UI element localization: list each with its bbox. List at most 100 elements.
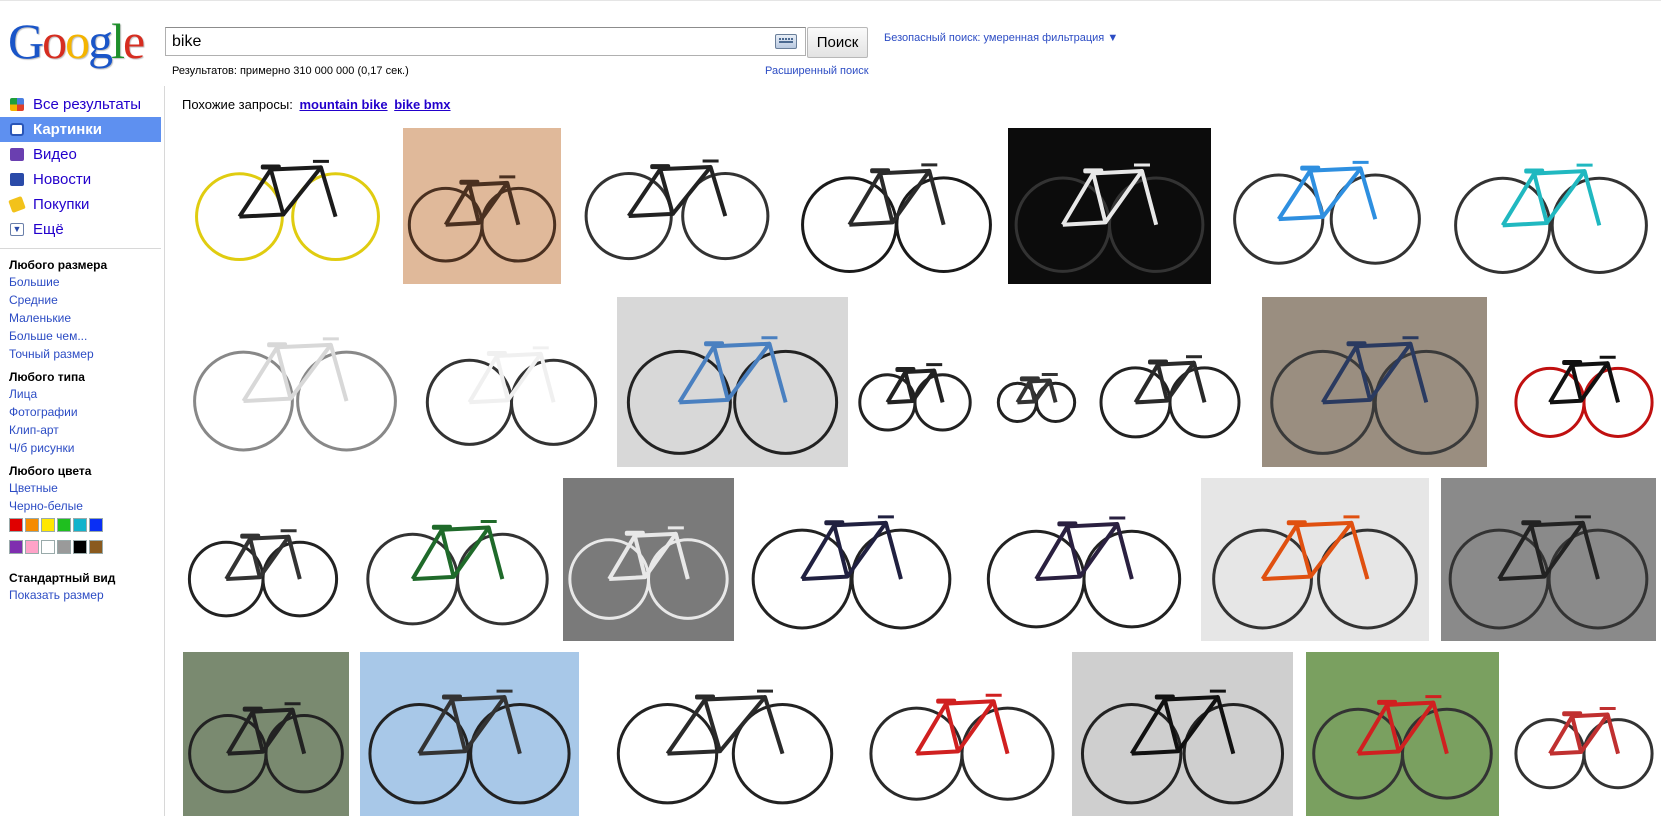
image-thumbnail[interactable] xyxy=(1072,652,1293,816)
image-thumbnail[interactable] xyxy=(600,652,850,816)
color-swatch[interactable] xyxy=(41,540,55,554)
image-thumbnail[interactable] xyxy=(183,478,343,641)
filter-type-lineart[interactable]: Ч/б рисунки xyxy=(0,439,161,457)
nav-item-images[interactable]: Картинки xyxy=(0,117,161,142)
bike-saddle xyxy=(459,179,480,185)
image-thumbnail[interactable] xyxy=(572,128,782,270)
bike-frame xyxy=(1497,523,1547,582)
filter-size-medium[interactable]: Средние xyxy=(0,291,161,309)
bike-frame xyxy=(607,533,648,582)
logo-letter: g xyxy=(88,13,113,69)
filter-size-heading[interactable]: Любого размера xyxy=(0,257,161,273)
image-thumbnail[interactable] xyxy=(794,128,999,284)
image-thumbnail[interactable] xyxy=(980,478,1188,641)
image-thumbnail[interactable] xyxy=(360,652,579,816)
bike-frame xyxy=(677,344,730,405)
image-thumbnail[interactable] xyxy=(855,297,975,467)
color-swatch[interactable] xyxy=(9,518,23,532)
filter-type-clipart[interactable]: Клип-арт xyxy=(0,421,161,439)
bicycle-image xyxy=(584,159,770,261)
safe-search-link[interactable]: Безопасный поиск: умеренная фильтрация ▼ xyxy=(884,32,1118,44)
image-thumbnail[interactable] xyxy=(1262,297,1487,467)
nav-item-video[interactable]: Видео xyxy=(0,142,161,167)
related-searches: Похожие запросы: mountain bike bike bmx xyxy=(182,97,451,112)
color-swatch[interactable] xyxy=(41,518,55,532)
image-thumbnail[interactable] xyxy=(420,300,603,465)
image-thumbnail[interactable] xyxy=(1222,128,1432,275)
bike-saddle xyxy=(1286,520,1307,526)
image-thumbnail[interactable] xyxy=(1306,652,1499,816)
bike-saddle xyxy=(267,342,288,348)
image-thumbnail[interactable] xyxy=(1008,128,1211,284)
bike-frame xyxy=(1129,697,1181,756)
bike-saddle xyxy=(650,164,671,170)
bicycle-image xyxy=(368,689,571,805)
color-swatch[interactable] xyxy=(89,518,103,532)
filter-view-heading[interactable]: Стандартный вид xyxy=(0,570,161,586)
nav-label: Новости xyxy=(33,171,92,188)
image-thumbnail[interactable] xyxy=(1095,297,1245,467)
bike-saddle xyxy=(824,520,845,526)
bicycle-image xyxy=(751,515,952,630)
filter-size-larger-than[interactable]: Больше чем... xyxy=(0,327,161,345)
advanced-search-link[interactable]: Расширенный поиск xyxy=(765,65,869,77)
filter-show-size[interactable]: Показать размер xyxy=(0,586,161,604)
filter-color-heading[interactable]: Любого цвета xyxy=(0,463,161,479)
nav-label: Покупки xyxy=(33,196,90,213)
image-thumbnail[interactable] xyxy=(1201,478,1429,641)
filter-color-full[interactable]: Цветные xyxy=(0,479,161,497)
bicycle-image xyxy=(1312,695,1493,800)
color-swatch[interactable] xyxy=(73,518,87,532)
bike-frame xyxy=(847,171,895,227)
filter-size-large[interactable]: Большие xyxy=(0,273,161,291)
image-thumbnail[interactable] xyxy=(744,478,959,641)
color-swatch[interactable] xyxy=(9,540,23,554)
results-stats: Результатов: примерно 310 000 000 (0,17 … xyxy=(172,65,409,77)
image-thumbnail[interactable] xyxy=(1446,128,1656,285)
filter-type-photos[interactable]: Фотографии xyxy=(0,403,161,421)
image-thumbnail[interactable] xyxy=(1510,652,1658,816)
bicycle-image xyxy=(1233,160,1421,265)
image-thumbnail[interactable] xyxy=(1510,297,1658,467)
image-thumbnail[interactable] xyxy=(183,300,407,463)
color-swatch[interactable] xyxy=(25,540,39,554)
color-swatch[interactable] xyxy=(57,540,71,554)
top-border xyxy=(0,0,1661,1)
image-thumbnail[interactable] xyxy=(1441,478,1656,641)
related-link-mountain-bike[interactable]: mountain bike xyxy=(299,97,387,112)
filter-type-faces[interactable]: Лица xyxy=(0,385,161,403)
bike-frame xyxy=(1277,168,1325,222)
nav-item-more[interactable]: ▼ Ещё xyxy=(0,217,161,242)
image-thumbnail[interactable] xyxy=(360,478,555,641)
color-swatch[interactable] xyxy=(57,518,71,532)
image-thumbnail[interactable] xyxy=(563,478,734,641)
google-logo[interactable]: Google xyxy=(8,13,145,69)
filter-size-small[interactable]: Маленькие xyxy=(0,309,161,327)
filter-color-bw[interactable]: Черно-белые xyxy=(0,497,161,515)
image-thumbnail[interactable] xyxy=(403,128,561,284)
bike-saddle xyxy=(242,706,263,712)
bicycle-image xyxy=(801,163,992,274)
color-swatch[interactable] xyxy=(73,540,87,554)
image-thumbnail[interactable] xyxy=(995,297,1078,467)
nav-item-shopping[interactable]: Покупки xyxy=(0,192,161,217)
bicycle-image xyxy=(1454,163,1648,274)
bicycle-image xyxy=(869,693,1055,801)
image-thumbnail[interactable] xyxy=(183,128,392,271)
nav-item-news[interactable]: Новости xyxy=(0,167,161,192)
keyboard-icon[interactable] xyxy=(775,34,797,49)
image-thumbnail[interactable] xyxy=(183,652,349,816)
nav-item-all-results[interactable]: Все результаты xyxy=(0,92,161,117)
related-link-bike-bmx[interactable]: bike bmx xyxy=(394,97,450,112)
search-input[interactable] xyxy=(172,31,752,53)
bicycle-image xyxy=(1212,515,1418,630)
color-swatch[interactable] xyxy=(25,518,39,532)
color-swatch[interactable] xyxy=(89,540,103,554)
logo-letter: o xyxy=(65,13,90,69)
search-button[interactable]: Поиск xyxy=(807,27,868,58)
image-thumbnail[interactable] xyxy=(863,652,1061,816)
bicycle-image xyxy=(193,337,397,452)
filter-size-exact[interactable]: Точный размер xyxy=(0,345,161,363)
image-thumbnail[interactable] xyxy=(617,297,848,467)
filter-type-heading[interactable]: Любого типа xyxy=(0,369,161,385)
